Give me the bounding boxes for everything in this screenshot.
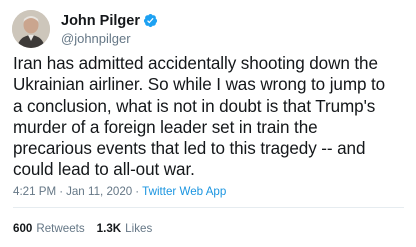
likes-stat[interactable]: 1.3K Likes	[97, 222, 153, 235]
tweet-time[interactable]: 4:21 PM	[13, 185, 56, 198]
tweet-date[interactable]: Jan 11, 2020	[66, 185, 132, 198]
tweet-card: John Pilger @johnpilger Iran has admitte…	[0, 0, 416, 247]
author-handle[interactable]: @johnpilger	[61, 30, 158, 47]
meta-separator: ·	[135, 185, 140, 198]
author-display-name[interactable]: John Pilger	[61, 13, 140, 29]
tweet-text-line: a conclusion, what is not in doubt is th…	[13, 96, 376, 116]
likes-label: Likes	[125, 222, 153, 235]
likes-count: 1.3K	[96, 222, 122, 235]
retweets-count: 600	[13, 222, 33, 235]
author-names: John Pilger @johnpilger	[61, 12, 158, 47]
tweet-text-line: murder of a foreign leader set in train …	[13, 117, 318, 137]
user-avatar-icon[interactable]	[12, 10, 50, 48]
meta-separator: ·	[59, 185, 64, 198]
tweet-meta: 4:21 PM · Jan 11, 2020 · Twitter Web App	[13, 183, 226, 200]
verified-badge-icon	[143, 13, 158, 28]
divider	[13, 207, 404, 208]
tweet-text-line: Ukrainian airliner. So while I was wrong…	[13, 75, 386, 95]
retweets-label: Retweets	[36, 222, 85, 235]
tweet-header: John Pilger @johnpilger	[12, 10, 158, 48]
tweet-stats: 600 Retweets 1.3K Likes	[13, 220, 164, 237]
tweet-text-line: could lead to all-out war.	[13, 160, 195, 180]
tweet-text-line: precarious events that led to this trage…	[13, 139, 366, 159]
name-row: John Pilger	[61, 12, 158, 30]
retweets-stat[interactable]: 600 Retweets	[13, 222, 85, 235]
tweet-text: Iran has admitted accidentally shooting …	[13, 53, 409, 181]
tweet-source-link[interactable]: Twitter Web App	[142, 185, 226, 198]
tweet-text-line: Iran has admitted accidentally shooting …	[13, 54, 378, 73]
